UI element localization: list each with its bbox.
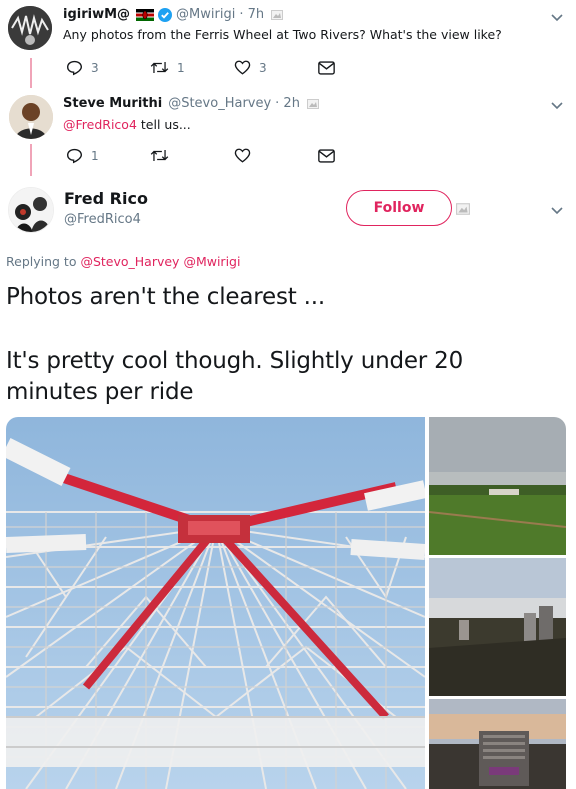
chevron-down-icon[interactable]	[550, 10, 564, 24]
tweet-time[interactable]: · 7h	[239, 7, 264, 22]
avatar-art-icon	[9, 188, 53, 232]
sunset-building-photo	[429, 699, 566, 789]
heart-icon	[234, 148, 251, 163]
tweet-stevo: Steve Murithi @Stevo_Harvey · 2h @FredRi…	[0, 88, 576, 178]
message-button[interactable]	[318, 148, 402, 163]
tweet-mwirigi: igiriwM@ @Mwirigi · 7h Any photos from t…	[0, 0, 576, 88]
replying-to: Replying to @Stevo_Harvey @Mwirigi	[6, 254, 240, 269]
envelope-icon	[318, 148, 335, 163]
like-button[interactable]: 3	[234, 60, 318, 75]
avatar-graffiti-icon	[8, 6, 52, 50]
photo-city-skyline[interactable]	[429, 558, 566, 696]
tweet-text-body: tell us...	[136, 117, 191, 132]
tweet-text-line2: It's pretty cool though. Slightly under …	[6, 348, 464, 374]
follow-button[interactable]: Follow	[346, 190, 452, 226]
city-skyline-photo	[429, 558, 566, 696]
reply-icon	[67, 148, 82, 164]
ferris-wheel-photo	[6, 417, 425, 789]
avatar-person-icon	[9, 95, 53, 139]
kenya-flag-icon	[136, 8, 155, 21]
photo-ferris-wheel[interactable]	[6, 417, 425, 789]
image-badge-icon	[456, 203, 470, 215]
retweet-count: 1	[177, 60, 185, 75]
thread-line	[30, 58, 32, 88]
retweet-icon	[150, 61, 169, 74]
photo-sunset-building[interactable]	[429, 699, 566, 789]
retweet-icon	[150, 149, 169, 162]
verified-icon	[158, 7, 173, 22]
tweet-time[interactable]: · 2h	[275, 96, 300, 111]
avatar-steve[interactable]	[9, 95, 53, 139]
like-button[interactable]	[234, 148, 318, 163]
author-name[interactable]: Steve Murithi	[63, 96, 162, 111]
photo-green-field[interactable]	[429, 417, 566, 555]
reply-count: 1	[91, 148, 99, 163]
mention-link[interactable]: @FredRico4	[63, 117, 137, 132]
reply-button[interactable]: 1	[66, 147, 150, 164]
tweet-text-line3: minutes per ride	[6, 379, 194, 405]
replying-prefix: Replying to	[6, 254, 81, 269]
avatar-fred[interactable]	[8, 187, 54, 233]
author-name[interactable]: Fred Rico	[64, 189, 148, 208]
image-badge-icon	[306, 98, 319, 109]
message-button[interactable]	[318, 60, 402, 75]
heart-icon	[234, 60, 251, 75]
tweet-text: @FredRico4 tell us...	[63, 117, 191, 132]
mention-link[interactable]: @Mwirigi	[183, 254, 240, 269]
mention-link[interactable]: @Stevo_Harvey	[80, 254, 179, 269]
retweet-button[interactable]	[150, 148, 234, 163]
envelope-icon	[318, 60, 335, 75]
tweet-text-line1: Photos aren't the clearest ...	[6, 284, 326, 310]
author-handle[interactable]: @Stevo_Harvey	[168, 96, 271, 111]
author-handle[interactable]: @FredRico4	[64, 212, 141, 227]
chevron-down-icon[interactable]	[550, 203, 564, 217]
reply-icon	[67, 60, 82, 76]
avatar-mwirigi[interactable]	[8, 6, 52, 50]
author-name[interactable]: igiriwM@	[63, 7, 130, 22]
tweet-text: Any photos from the Ferris Wheel at Two …	[63, 27, 502, 42]
green-field-photo	[429, 417, 566, 555]
thread-line	[30, 144, 32, 176]
like-count: 3	[259, 60, 267, 75]
reply-count: 3	[91, 60, 99, 75]
image-badge-icon	[271, 9, 284, 20]
chevron-down-icon[interactable]	[550, 98, 564, 112]
author-handle[interactable]: @Mwirigi	[176, 7, 235, 22]
reply-button[interactable]: 3	[66, 59, 150, 76]
retweet-button[interactable]: 1	[150, 60, 234, 75]
